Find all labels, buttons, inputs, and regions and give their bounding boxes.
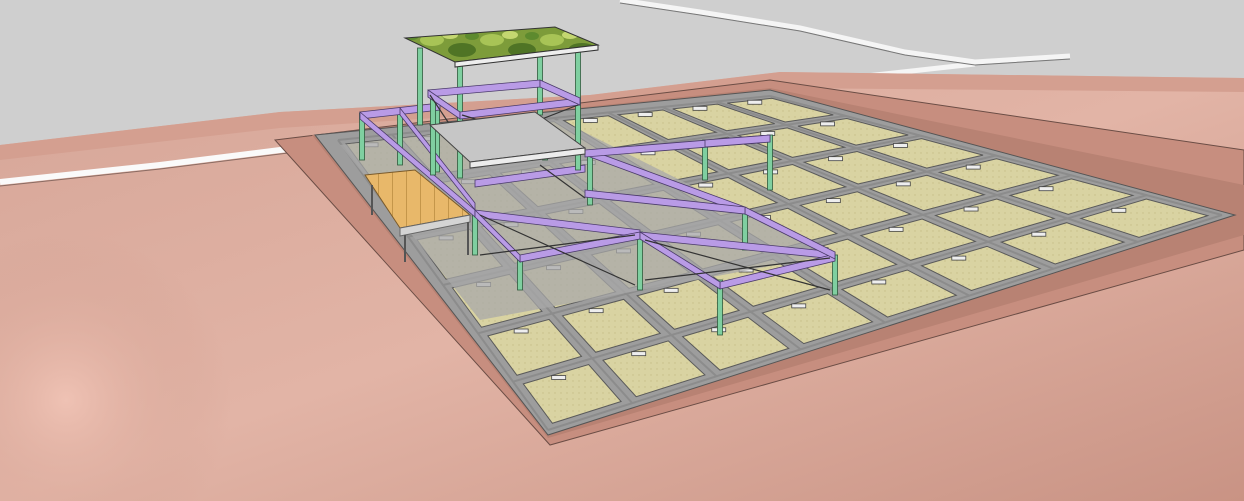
slab-vent: [631, 351, 647, 357]
slab-vent: [828, 156, 843, 162]
steel-column: [457, 61, 463, 179]
steel-column: [637, 231, 643, 291]
slab-vent: [1111, 207, 1127, 213]
model-viewport[interactable]: [0, 0, 1244, 501]
steel-column: [767, 134, 773, 191]
slab-vent: [893, 143, 908, 148]
slab-vent: [825, 198, 841, 204]
slab-vent: [747, 99, 763, 105]
slab-vent: [951, 255, 967, 261]
slab-vent: [513, 328, 529, 334]
slab-vent: [791, 303, 807, 309]
slab-vent: [820, 121, 836, 127]
slab-vent: [895, 181, 911, 187]
slab-vent: [663, 287, 679, 293]
slab-vent: [888, 226, 904, 232]
slab-vent: [698, 182, 714, 188]
slab-vent: [871, 279, 887, 285]
slab-vent: [963, 206, 979, 212]
slab-vent: [551, 375, 567, 380]
slab-vent: [692, 105, 708, 111]
steel-column: [417, 47, 423, 126]
slab-vent: [1038, 186, 1054, 192]
slab-vent: [1031, 231, 1047, 237]
slab-vent: [582, 118, 598, 123]
terrain-highlight: [0, 165, 330, 501]
slab-vent: [965, 164, 981, 170]
structure-scene: [0, 0, 1244, 501]
slab-vent: [637, 112, 653, 117]
slab-vent: [588, 308, 604, 314]
